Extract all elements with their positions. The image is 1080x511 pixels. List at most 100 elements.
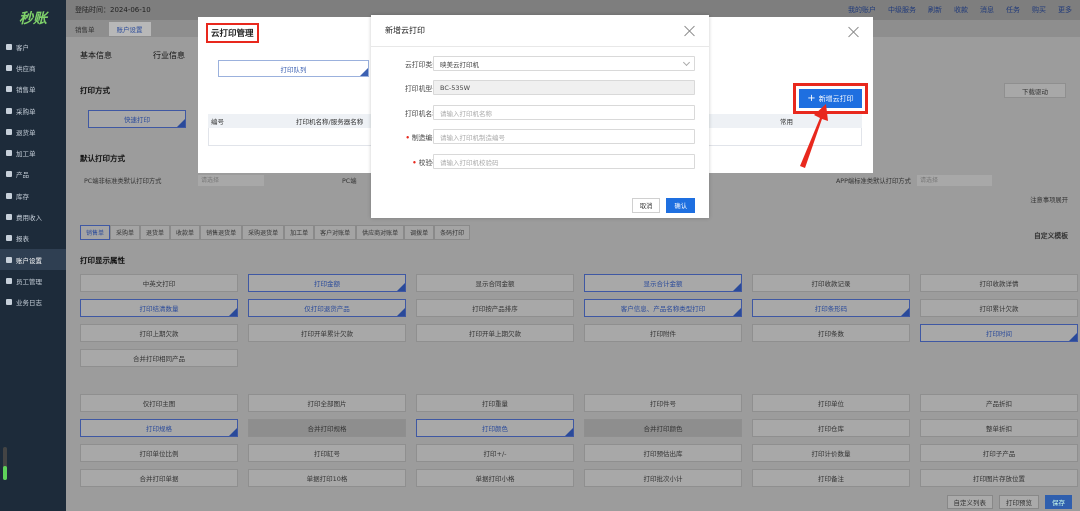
doc-tab-0[interactable]: 销售单 bbox=[80, 225, 111, 240]
cloud-type-select[interactable]: 映美云打印机 bbox=[433, 56, 695, 71]
topbar-item-4[interactable]: 消息 bbox=[980, 5, 994, 15]
tab-industry-info[interactable]: 行业信息 bbox=[153, 50, 185, 61]
option2-1[interactable]: 打印全部图片 bbox=[248, 394, 406, 412]
tab-sales[interactable]: 销售单 bbox=[75, 24, 95, 34]
sidebar-item-12[interactable]: 业务日志 bbox=[0, 292, 66, 313]
sidebar-item-11[interactable]: 员工管理 bbox=[0, 270, 66, 291]
download-driver-button[interactable]: 下载驱动 bbox=[1004, 83, 1066, 98]
topbar-item-5[interactable]: 任务 bbox=[1006, 5, 1020, 15]
close-icon[interactable] bbox=[848, 26, 859, 37]
option2-6[interactable]: 打印规格 bbox=[80, 419, 238, 437]
doc-tab-7[interactable]: 客户对账单 bbox=[314, 225, 357, 240]
option-2[interactable]: 显示合同金额 bbox=[416, 274, 574, 292]
doc-tab-8[interactable]: 供应商对账单 bbox=[356, 225, 405, 240]
option-10[interactable]: 打印条形码 bbox=[752, 299, 910, 317]
option-3[interactable]: 显示合计金额 bbox=[584, 274, 742, 292]
close-icon[interactable] bbox=[684, 25, 695, 36]
option2-7[interactable]: 合并打印规格 bbox=[248, 419, 406, 437]
option2-0[interactable]: 仅打印主图 bbox=[80, 394, 238, 412]
sidebar-item-0[interactable]: 客户 bbox=[0, 36, 66, 57]
confirm-button[interactable]: 确认 bbox=[666, 198, 695, 213]
topbar-item-3[interactable]: 收款 bbox=[954, 5, 968, 15]
sidebar-item-10[interactable]: 账户设置 bbox=[0, 248, 66, 271]
quick-print-button[interactable]: 快速打印 bbox=[88, 110, 186, 128]
option-1[interactable]: 打印金额 bbox=[248, 274, 406, 292]
option-18[interactable]: 合并打印相同产品 bbox=[80, 349, 238, 367]
sidebar-item-7[interactable]: 库存 bbox=[0, 185, 66, 206]
option2-12[interactable]: 打印单位比例 bbox=[80, 444, 238, 462]
option2-14[interactable]: 打印+/- bbox=[416, 444, 574, 462]
topbar-item-0[interactable]: 我的账户 bbox=[848, 5, 876, 15]
option-12[interactable]: 打印上期欠款 bbox=[80, 324, 238, 342]
option2-20[interactable]: 单据打印小格 bbox=[416, 469, 574, 487]
sidebar-item-9[interactable]: 报表 bbox=[0, 228, 66, 249]
option2-5[interactable]: 产品折扣 bbox=[920, 394, 1078, 412]
app-default-select[interactable]: 请选择 bbox=[917, 175, 992, 186]
sidebar-scroll-indicator[interactable] bbox=[3, 447, 7, 480]
sidebar-item-3[interactable]: 采购单 bbox=[0, 100, 66, 121]
doc-tab-5[interactable]: 采购退货单 bbox=[242, 225, 285, 240]
option2-9[interactable]: 合并打印颜色 bbox=[584, 419, 742, 437]
print-queue-tab[interactable]: 打印队列 bbox=[218, 60, 369, 77]
option-15[interactable]: 打印附件 bbox=[584, 324, 742, 342]
add-cloud-print-button[interactable]: + 新增云打印 bbox=[799, 89, 862, 108]
sidebar-item-6[interactable]: 产品 bbox=[0, 164, 66, 185]
option-14[interactable]: 打印开单上期欠款 bbox=[416, 324, 574, 342]
option2-4[interactable]: 打印单位 bbox=[752, 394, 910, 412]
printer-name-input[interactable]: 请输入打印机名称 bbox=[433, 105, 695, 120]
option-5[interactable]: 打印收款详情 bbox=[920, 274, 1078, 292]
option2-22[interactable]: 打印备注 bbox=[752, 469, 910, 487]
option-11[interactable]: 打印累计欠款 bbox=[920, 299, 1078, 317]
option2-8[interactable]: 打印颜色 bbox=[416, 419, 574, 437]
option2-11[interactable]: 整单折扣 bbox=[920, 419, 1078, 437]
doc-tab-1[interactable]: 采购单 bbox=[110, 225, 141, 240]
option2-21[interactable]: 打印批次小计 bbox=[584, 469, 742, 487]
option2-18[interactable]: 合并打印单据 bbox=[80, 469, 238, 487]
option2-15[interactable]: 打印预估出库 bbox=[584, 444, 742, 462]
cancel-button[interactable]: 取消 bbox=[631, 198, 661, 213]
custom-template-link[interactable]: 自定义模板 bbox=[1034, 230, 1068, 240]
topbar-item-2[interactable]: 刷新 bbox=[928, 5, 942, 15]
option2-3[interactable]: 打印件号 bbox=[584, 394, 742, 412]
doc-tab-3[interactable]: 收款单 bbox=[170, 225, 201, 240]
option-9[interactable]: 客户信息、产品名称类型打印 bbox=[584, 299, 742, 317]
option-13[interactable]: 打印开单累计欠款 bbox=[248, 324, 406, 342]
option-17[interactable]: 打印时间 bbox=[920, 324, 1078, 342]
doc-tab-10[interactable]: 条码打印 bbox=[434, 225, 471, 240]
option2-2[interactable]: 打印重量 bbox=[416, 394, 574, 412]
option2-23[interactable]: 打印图片存放位置 bbox=[920, 469, 1078, 487]
print-preview-button[interactable]: 打印预览 bbox=[999, 495, 1039, 509]
pc-default-select[interactable]: 请选择 bbox=[198, 175, 264, 186]
sidebar-item-4[interactable]: 退货单 bbox=[0, 121, 66, 142]
doc-tab-6[interactable]: 加工单 bbox=[284, 225, 315, 240]
tab-basic-info[interactable]: 基本信息 bbox=[80, 50, 112, 61]
custom-list-button[interactable]: 自定义列表 bbox=[946, 495, 993, 509]
option-4[interactable]: 打印收款记录 bbox=[752, 274, 910, 292]
sidebar-item-5[interactable]: 加工单 bbox=[0, 142, 66, 163]
option-0[interactable]: 中英文打印 bbox=[80, 274, 238, 292]
topbar-item-6[interactable]: 购买 bbox=[1032, 5, 1046, 15]
doc-tab-9[interactable]: 调拨单 bbox=[404, 225, 435, 240]
option-16[interactable]: 打印条数 bbox=[752, 324, 910, 342]
app-logo[interactable]: 秒账 bbox=[0, 0, 66, 36]
verify-code-input[interactable]: 请输入打印机校验码 bbox=[433, 154, 695, 169]
option2-16[interactable]: 打印计价数量 bbox=[752, 444, 910, 462]
doc-tab-2[interactable]: 退货单 bbox=[140, 225, 171, 240]
option-6[interactable]: 打印结清数量 bbox=[80, 299, 238, 317]
option2-13[interactable]: 打印缸号 bbox=[248, 444, 406, 462]
topbar-item-7[interactable]: 更多 bbox=[1058, 5, 1072, 15]
sidebar-item-2[interactable]: 销售单 bbox=[0, 79, 66, 100]
sidebar-item-1[interactable]: 供应商 bbox=[0, 57, 66, 78]
notes-expand-link[interactable]: 注意事项展开 bbox=[1030, 195, 1068, 204]
option2-17[interactable]: 打印子产品 bbox=[920, 444, 1078, 462]
sidebar-item-8[interactable]: 费用收入 bbox=[0, 206, 66, 227]
topbar-item-1[interactable]: 中级服务 bbox=[888, 5, 916, 15]
save-button[interactable]: 保存 bbox=[1045, 495, 1072, 509]
option2-10[interactable]: 打印仓库 bbox=[752, 419, 910, 437]
tab-account-settings[interactable]: 账户设置 bbox=[108, 21, 151, 36]
option-8[interactable]: 打印按产品排序 bbox=[416, 299, 574, 317]
serial-number-input[interactable]: 请输入打印机制造编号 bbox=[433, 129, 695, 144]
option2-19[interactable]: 单据打印10格 bbox=[248, 469, 406, 487]
option-7[interactable]: 仅打印退货产品 bbox=[248, 299, 406, 317]
doc-tab-4[interactable]: 销售退货单 bbox=[200, 225, 243, 240]
